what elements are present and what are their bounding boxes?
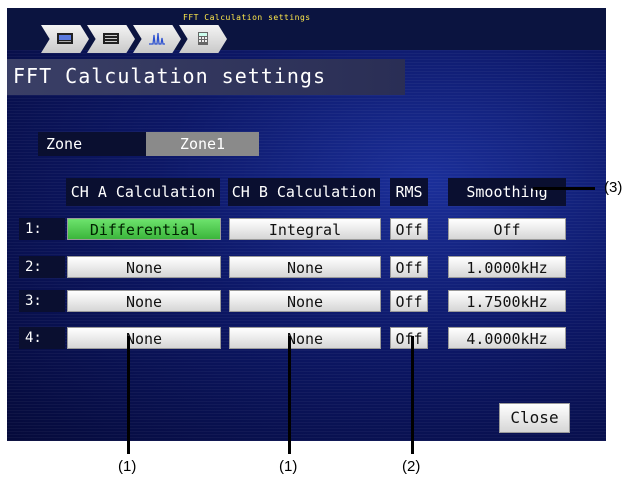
breadcrumb: FFT Calculation settings	[7, 8, 606, 53]
breadcrumb-item-display[interactable]	[87, 25, 135, 53]
ch-b-calculation-button-2[interactable]: None	[229, 256, 381, 278]
ch-a-calculation-button-2[interactable]: None	[67, 256, 221, 278]
ch-b-calculation-button-4[interactable]: None	[229, 327, 381, 349]
callout-label-ch-a: (1)	[118, 458, 137, 475]
callout-line-ch-a	[127, 336, 130, 454]
zone-selector[interactable]: Zone1	[146, 132, 259, 156]
zone-label: Zone	[38, 132, 146, 156]
rms-button-2[interactable]: Off	[390, 256, 428, 278]
row-label-2: 2:	[19, 256, 65, 278]
breadcrumb-title: FFT Calculation settings	[183, 13, 311, 22]
breadcrumb-item-fft[interactable]	[133, 25, 181, 53]
page-title-bar: FFT Calculation settings	[7, 59, 405, 95]
smoothing-button-3[interactable]: 1.7500kHz	[448, 290, 566, 312]
callout-line-smoothing	[533, 187, 595, 190]
spectrum-icon	[149, 32, 165, 45]
callout-label-ch-b: (1)	[279, 458, 298, 475]
row-label-3: 3:	[19, 290, 65, 312]
header-rms: RMS	[390, 178, 428, 206]
callout-label-smoothing: (3)	[604, 179, 623, 196]
callout-line-rms	[411, 336, 414, 454]
page-title: FFT Calculation settings	[13, 64, 326, 88]
breadcrumb-item-calculation[interactable]	[179, 25, 227, 53]
screen-icon	[57, 33, 73, 44]
ch-a-calculation-button-3[interactable]: None	[67, 290, 221, 312]
smoothing-button-2[interactable]: 1.0000kHz	[448, 256, 566, 278]
ch-b-calculation-button-3[interactable]: None	[229, 290, 381, 312]
row-label-4: 4:	[19, 327, 65, 349]
ch-a-calculation-button-1[interactable]: Differential	[67, 218, 221, 240]
rms-button-4[interactable]: Off	[390, 327, 428, 349]
callout-line-ch-b	[288, 336, 291, 454]
ch-a-calculation-button-4[interactable]: None	[67, 327, 221, 349]
header-smoothing: Smoothing	[448, 178, 566, 206]
ch-b-calculation-button-1[interactable]: Integral	[229, 218, 381, 240]
display-icon	[103, 33, 119, 44]
smoothing-button-4[interactable]: 4.0000kHz	[448, 327, 566, 349]
rms-button-1[interactable]: Off	[390, 218, 428, 240]
header-ch-a-calculation: CH A Calculation	[66, 178, 220, 206]
breadcrumb-item-screen[interactable]	[41, 25, 89, 53]
callout-label-rms: (2)	[402, 458, 421, 475]
row-label-1: 1:	[19, 218, 65, 240]
smoothing-button-1[interactable]: Off	[448, 218, 566, 240]
device-screen: FFT Calculation settings FFT Calculation…	[7, 8, 606, 441]
rms-button-3[interactable]: Off	[390, 290, 428, 312]
calculator-icon	[198, 32, 208, 45]
close-button[interactable]: Close	[499, 403, 570, 433]
header-ch-b-calculation: CH B Calculation	[228, 178, 380, 206]
